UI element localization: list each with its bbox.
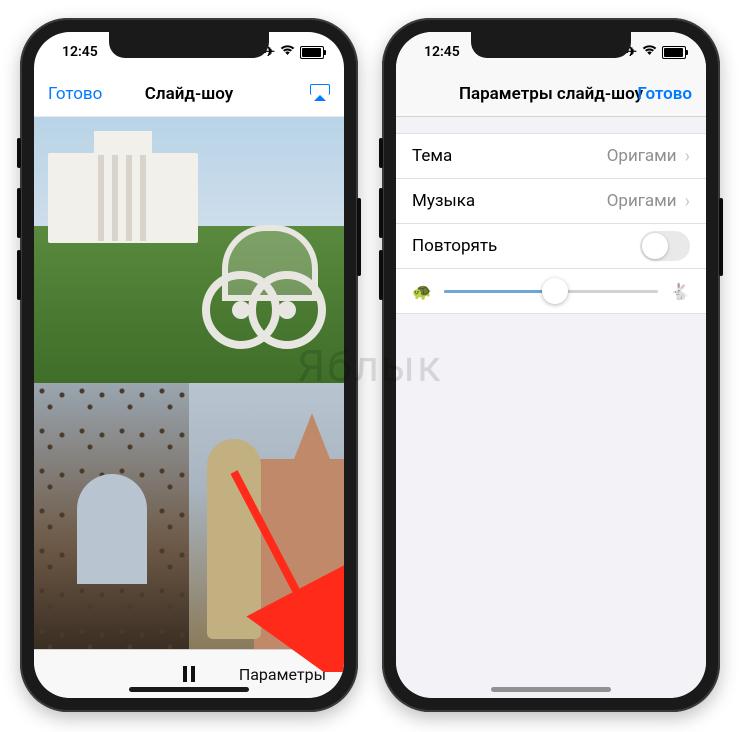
repeat-toggle[interactable] (640, 231, 690, 261)
done-button[interactable]: Готово (48, 84, 128, 104)
battery-icon (300, 46, 324, 59)
options-button[interactable]: Параметры (239, 665, 326, 684)
slider-fill (444, 290, 555, 293)
page-title: Параметры слайд-шоу (459, 84, 643, 104)
notch (109, 32, 269, 58)
slideshow-preview[interactable] (34, 117, 344, 649)
row-value: Оригами (607, 146, 677, 166)
wifi-icon (642, 44, 657, 60)
nav-bar: Параметры слайд-шоу Готово (396, 72, 706, 117)
rabbit-icon: 🐇 (670, 282, 690, 301)
photo-3 (189, 383, 344, 649)
airplay-icon (310, 84, 330, 100)
phone-right: 12:45 ✈︎ Параметры слайд-шоу Готово Тема (382, 18, 720, 712)
photo-2 (34, 383, 189, 649)
speed-slider[interactable] (444, 290, 658, 293)
home-indicator[interactable] (129, 687, 249, 692)
airplay-button[interactable] (250, 84, 330, 104)
status-time: 12:45 (62, 44, 98, 60)
status-time: 12:45 (424, 44, 460, 60)
row-music[interactable]: Музыка Оригами › (396, 179, 706, 224)
battery-icon (662, 46, 686, 59)
wifi-icon (280, 44, 295, 60)
photo-1 (34, 117, 344, 383)
row-value: Оригами (607, 191, 677, 211)
chevron-right-icon: › (685, 191, 690, 212)
page-title: Слайд-шоу (128, 84, 250, 104)
done-button[interactable]: Готово (637, 84, 692, 104)
row-theme[interactable]: Тема Оригами › (396, 133, 706, 179)
slider-thumb[interactable] (542, 278, 568, 304)
pause-button[interactable] (183, 666, 195, 682)
row-label: Тема (412, 146, 607, 166)
turtle-icon: 🐢 (412, 282, 432, 301)
phone-left: 12:45 ✈︎ Готово Слайд-шоу (20, 18, 358, 712)
row-label: Повторять (412, 236, 640, 256)
settings-list: Тема Оригами › Музыка Оригами › Повторят… (396, 133, 706, 314)
nav-bar: Готово Слайд-шоу (34, 72, 344, 117)
row-speed: 🐢 🐇 (396, 269, 706, 314)
row-label: Музыка (412, 191, 607, 211)
notch (471, 32, 631, 58)
chevron-right-icon: › (685, 146, 690, 167)
home-indicator[interactable] (491, 687, 611, 692)
row-repeat: Повторять (396, 224, 706, 269)
